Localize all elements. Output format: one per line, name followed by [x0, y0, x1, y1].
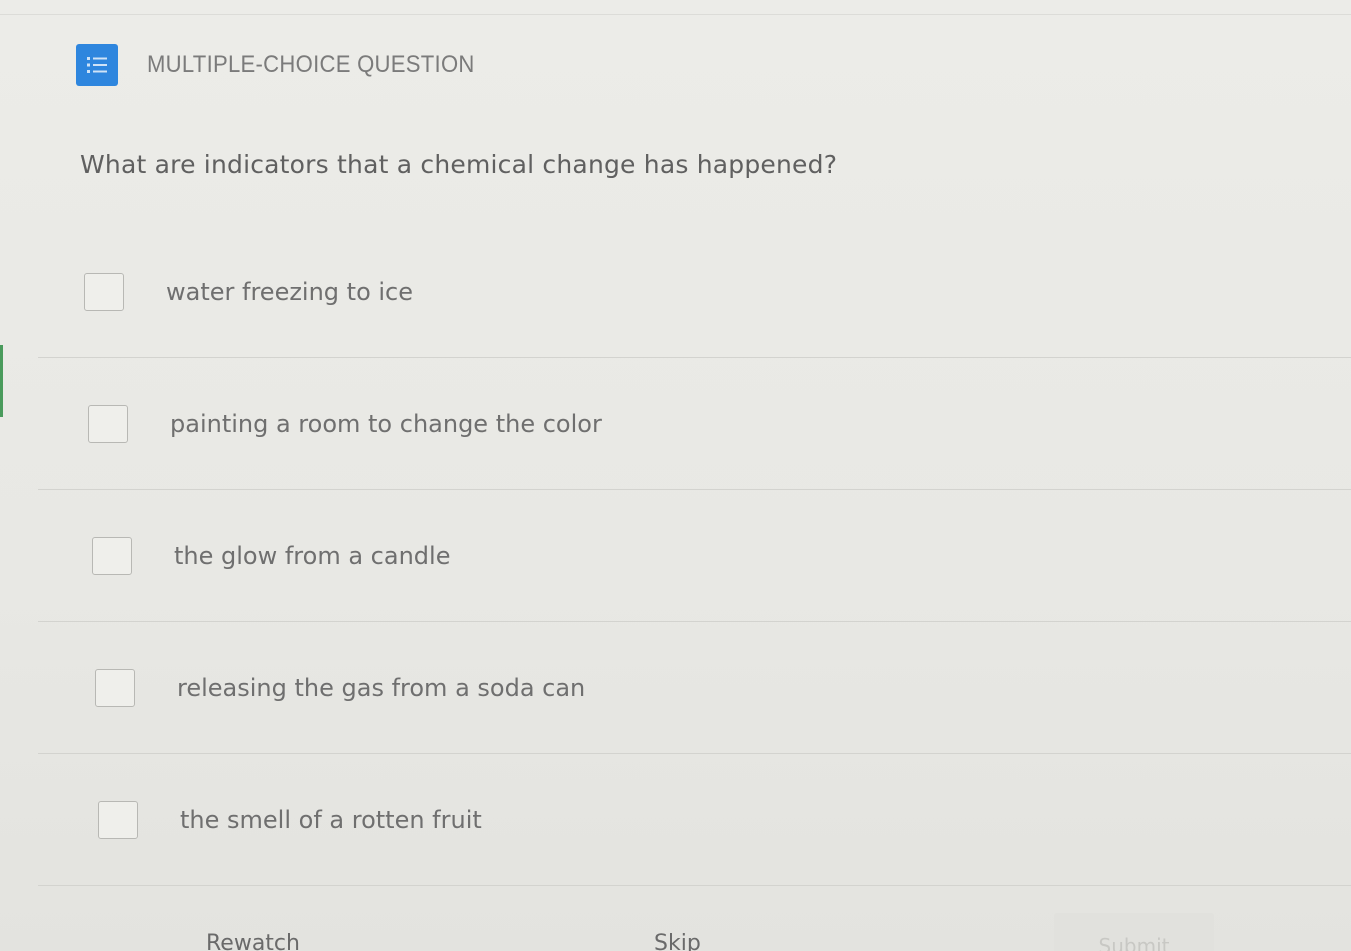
action-footer: Rewatch Skip Submit — [0, 905, 1351, 951]
option-label: releasing the gas from a soda can — [177, 674, 586, 702]
option-divider — [38, 885, 1351, 886]
option-label: painting a room to change the color — [170, 410, 602, 438]
option-item[interactable]: painting a room to change the color — [0, 358, 1351, 490]
rewatch-button[interactable]: Rewatch — [206, 931, 300, 951]
option-label: the glow from a candle — [174, 542, 451, 570]
option-checkbox[interactable] — [95, 669, 135, 707]
list-icon — [76, 44, 118, 86]
submit-button[interactable]: Submit — [1054, 913, 1214, 951]
option-item[interactable]: releasing the gas from a soda can — [0, 622, 1351, 754]
option-checkbox[interactable] — [92, 537, 132, 575]
option-label: water freezing to ice — [166, 278, 414, 306]
option-checkbox[interactable] — [88, 405, 128, 443]
top-divider — [0, 14, 1351, 15]
option-item[interactable]: the glow from a candle — [0, 490, 1351, 622]
question-page: MULTIPLE-CHOICE QUESTION What are indica… — [0, 0, 1351, 951]
question-type-label: MULTIPLE-CHOICE QUESTION — [147, 51, 475, 78]
option-checkbox[interactable] — [84, 273, 124, 311]
option-item[interactable]: the smell of a rotten fruit — [0, 754, 1351, 886]
option-checkbox[interactable] — [98, 801, 138, 839]
answer-options: water freezing to ice painting a room to… — [0, 226, 1351, 886]
skip-button[interactable]: Skip — [654, 931, 701, 951]
option-label: the smell of a rotten fruit — [180, 806, 482, 834]
option-item[interactable]: water freezing to ice — [0, 226, 1351, 358]
question-type-header: MULTIPLE-CHOICE QUESTION — [76, 44, 503, 86]
question-text: What are indicators that a chemical chan… — [80, 150, 838, 179]
